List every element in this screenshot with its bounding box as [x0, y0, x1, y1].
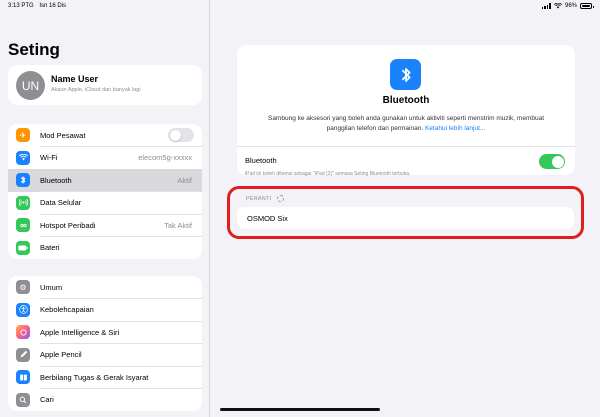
signal-icon: [541, 3, 551, 9]
sidebar-item-label: Mod Pesawat: [40, 130, 86, 140]
devices-highlight: PERANTI OSMOD Six: [227, 186, 584, 239]
profile-card[interactable]: UN Name User Akaun Apple, iCloud dan ban…: [8, 65, 202, 105]
sidebar-item-label: Apple Intelligence & Siri: [40, 327, 120, 337]
bluetooth-toggle[interactable]: [539, 154, 565, 169]
hotspot-status-value: Tak Aktif: [164, 220, 192, 230]
devices-header: PERANTI: [246, 195, 285, 202]
bluetooth-detail-pane: Bluetooth Sambung ke aksesori yang boleh…: [211, 0, 600, 417]
status-time: 3:13 PTG: [8, 3, 34, 9]
bluetooth-toggle-label: Bluetooth: [245, 156, 277, 165]
wifi-icon: [16, 150, 30, 165]
cellular-icon: [16, 195, 30, 210]
sidebar-item-general[interactable]: ⚙ Umum: [8, 276, 202, 299]
bluetooth-header-card: Bluetooth Sambung ke aksesori yang boleh…: [237, 45, 575, 175]
pencil-icon: [16, 347, 30, 362]
learn-more-link[interactable]: Ketahui lebih lanjut...: [425, 125, 485, 132]
device-name: OSMOD Six: [247, 213, 288, 223]
device-row[interactable]: OSMOD Six: [237, 207, 574, 229]
sidebar-item-label: Berbilang Tugas & Gerak Isyarat: [40, 372, 149, 382]
hotspot-icon: [16, 218, 30, 233]
bluetooth-icon: [390, 59, 421, 90]
accessibility-icon: [16, 302, 30, 317]
sidebar-item-siri[interactable]: Apple Intelligence & Siri: [8, 321, 202, 344]
sidebar-item-cellular[interactable]: Data Selular: [8, 192, 202, 215]
bluetooth-description-text: Sambung ke aksesori yang boleh anda guna…: [267, 115, 545, 132]
status-bar: 3:13 PTG Isn 16 Dis 96%: [0, 0, 600, 12]
connectivity-group: ✈ Mod Pesawat Wi-Fi elecom5g-xxxxx Bluet…: [8, 124, 202, 259]
bluetooth-icon: [16, 173, 30, 188]
sidebar-item-label: Wi-Fi: [40, 153, 58, 163]
gear-icon: ⚙: [16, 280, 30, 295]
sidebar-item-label: Cari: [40, 395, 54, 405]
multitask-icon: [16, 370, 30, 385]
home-indicator[interactable]: [220, 408, 380, 411]
bluetooth-status-value: Aktif: [177, 175, 192, 185]
siri-icon: [16, 325, 30, 340]
page-title: Bluetooth: [382, 95, 430, 106]
sidebar-item-label: Kebolehcapaian: [40, 305, 94, 315]
sidebar-item-label: Apple Pencil: [40, 350, 82, 360]
profile-subtitle: Akaun Apple, iCloud dan banyak lagi: [51, 87, 141, 93]
battery-status-icon: [580, 3, 594, 9]
sidebar-title: Seting: [8, 40, 60, 59]
battery-icon: [16, 240, 30, 255]
airplane-icon: ✈: [16, 128, 30, 143]
loading-spinner-icon: [277, 195, 285, 202]
profile-name: Name User: [51, 74, 99, 84]
sidebar-item-multitasking[interactable]: Berbilang Tugas & Gerak Isyarat: [8, 366, 202, 389]
sidebar-item-search[interactable]: Cari: [8, 389, 202, 412]
devices-header-label: PERANTI: [246, 195, 272, 202]
sidebar-item-label: Umum: [40, 282, 63, 292]
airplane-mode-toggle[interactable]: [168, 128, 194, 143]
sidebar-item-hotspot[interactable]: Hotspot Peribadi Tak Aktif: [8, 214, 202, 237]
avatar: UN: [16, 71, 45, 100]
sidebar-item-label: Data Selular: [40, 198, 82, 208]
sidebar-item-airplane-mode[interactable]: ✈ Mod Pesawat: [8, 124, 202, 147]
sidebar-item-accessibility[interactable]: Kebolehcapaian: [8, 299, 202, 322]
sidebar-item-label: Bateri: [40, 243, 60, 253]
sidebar-item-label: Hotspot Peribadi: [40, 220, 96, 230]
bluetooth-description: Sambung ke aksesori yang boleh anda guna…: [257, 114, 555, 134]
search-icon: [16, 392, 30, 407]
sidebar-item-label: Bluetooth: [40, 175, 72, 185]
battery-percent: 96%: [564, 3, 577, 9]
settings-sidebar: Seting UN Name User Akaun Apple, iCloud …: [0, 0, 210, 417]
sidebar-item-apple-pencil[interactable]: Apple Pencil: [8, 344, 202, 367]
status-date: Isn 16 Dis: [39, 3, 67, 9]
wifi-network-value: elecom5g-xxxxx: [138, 153, 192, 163]
wifi-status-icon: [553, 3, 562, 9]
sidebar-item-wifi[interactable]: Wi-Fi elecom5g-xxxxx: [8, 147, 202, 170]
bluetooth-discoverable-note: iPad ini boleh ditemui sebagai "iPad (2)…: [245, 171, 411, 177]
sidebar-item-battery[interactable]: Bateri: [8, 237, 202, 260]
general-group: ⚙ Umum Kebolehcapaian Apple Intelligence…: [8, 276, 202, 411]
sidebar-item-bluetooth[interactable]: Bluetooth Aktif: [8, 169, 202, 192]
